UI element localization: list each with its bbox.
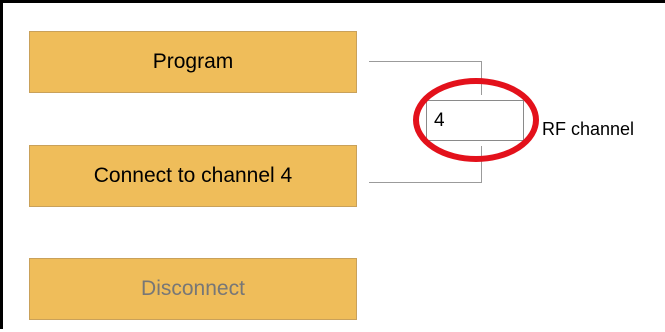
rf-channel-label: RF channel (542, 119, 635, 139)
connector-line-bottom (369, 182, 482, 183)
disconnect-button[interactable]: Disconnect (29, 258, 357, 320)
connector-line-top-vertical (481, 61, 482, 95)
connector-line-bottom-vertical (481, 146, 482, 183)
window-frame: Program Connect to channel 4 Disconnect … (0, 0, 665, 329)
rf-channel-spinner[interactable] (426, 100, 665, 141)
program-button[interactable]: Program (29, 31, 357, 93)
connector-line-top (369, 61, 482, 62)
connect-channel-button[interactable]: Connect to channel 4 (29, 145, 357, 207)
